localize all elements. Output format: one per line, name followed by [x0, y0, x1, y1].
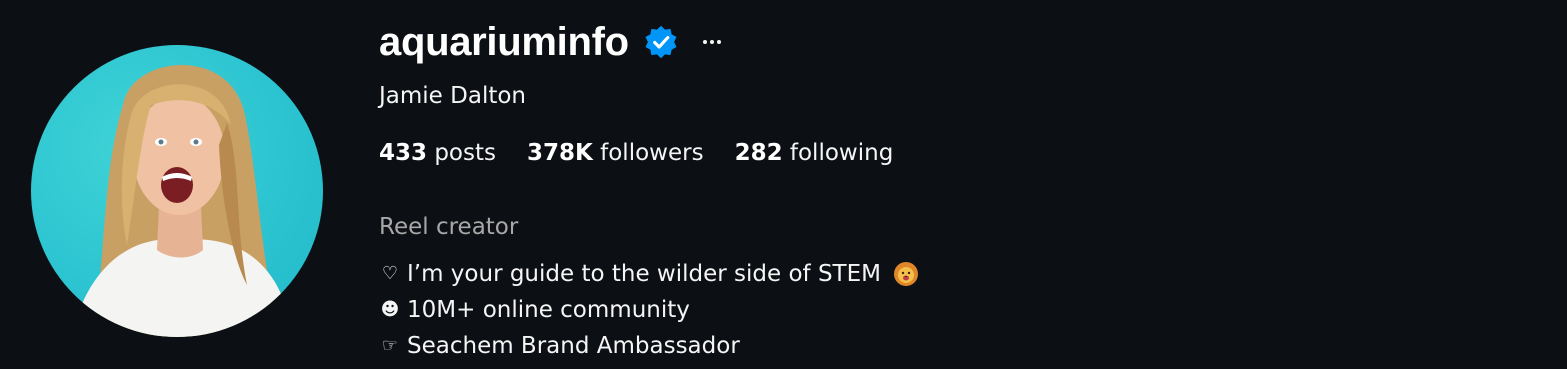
bio-line-text: 10M+ online community — [407, 297, 690, 323]
followers-count: 378K — [526, 140, 593, 166]
full-name: Jamie Dalton — [379, 83, 526, 109]
profile-bio: ♡ I’m your guide to the wilder side of S… — [379, 256, 919, 364]
bio-line: ☞ Seachem Brand Ambassador — [379, 328, 919, 364]
following-count: 282 — [734, 140, 783, 166]
profile-category: Reel creator — [379, 214, 519, 240]
posts-count: 433 — [379, 140, 428, 166]
followers-stat[interactable]: 378K followers — [527, 140, 704, 166]
username: aquariuminfo — [379, 20, 629, 64]
following-label: following — [789, 140, 894, 166]
profile-avatar[interactable] — [31, 45, 323, 337]
profile-stats: 433 posts 378K followers 282 following — [379, 140, 924, 166]
avatar-photo — [71, 65, 293, 337]
followers-label: followers — [600, 140, 704, 166]
bio-line-text: I’m your guide to the wilder side of STE… — [407, 261, 881, 287]
heart-outline-icon: ♡ — [381, 263, 399, 284]
following-stat[interactable]: 282 following — [735, 140, 894, 166]
smiley-icon: ☻ — [380, 299, 400, 320]
bio-line: ♡ I’m your guide to the wilder side of S… — [379, 256, 919, 292]
lion-face-icon — [893, 261, 919, 287]
bio-line: ☻ 10M+ online community — [379, 292, 919, 328]
posts-label: posts — [434, 140, 496, 166]
verified-badge-icon — [643, 24, 679, 60]
bio-line-text: Seachem Brand Ambassador — [407, 333, 740, 359]
pointing-hand-icon: ☞ — [381, 335, 399, 356]
username-row: aquariuminfo — [379, 18, 724, 66]
more-options-icon[interactable] — [700, 30, 724, 54]
posts-stat[interactable]: 433 posts — [379, 140, 496, 166]
